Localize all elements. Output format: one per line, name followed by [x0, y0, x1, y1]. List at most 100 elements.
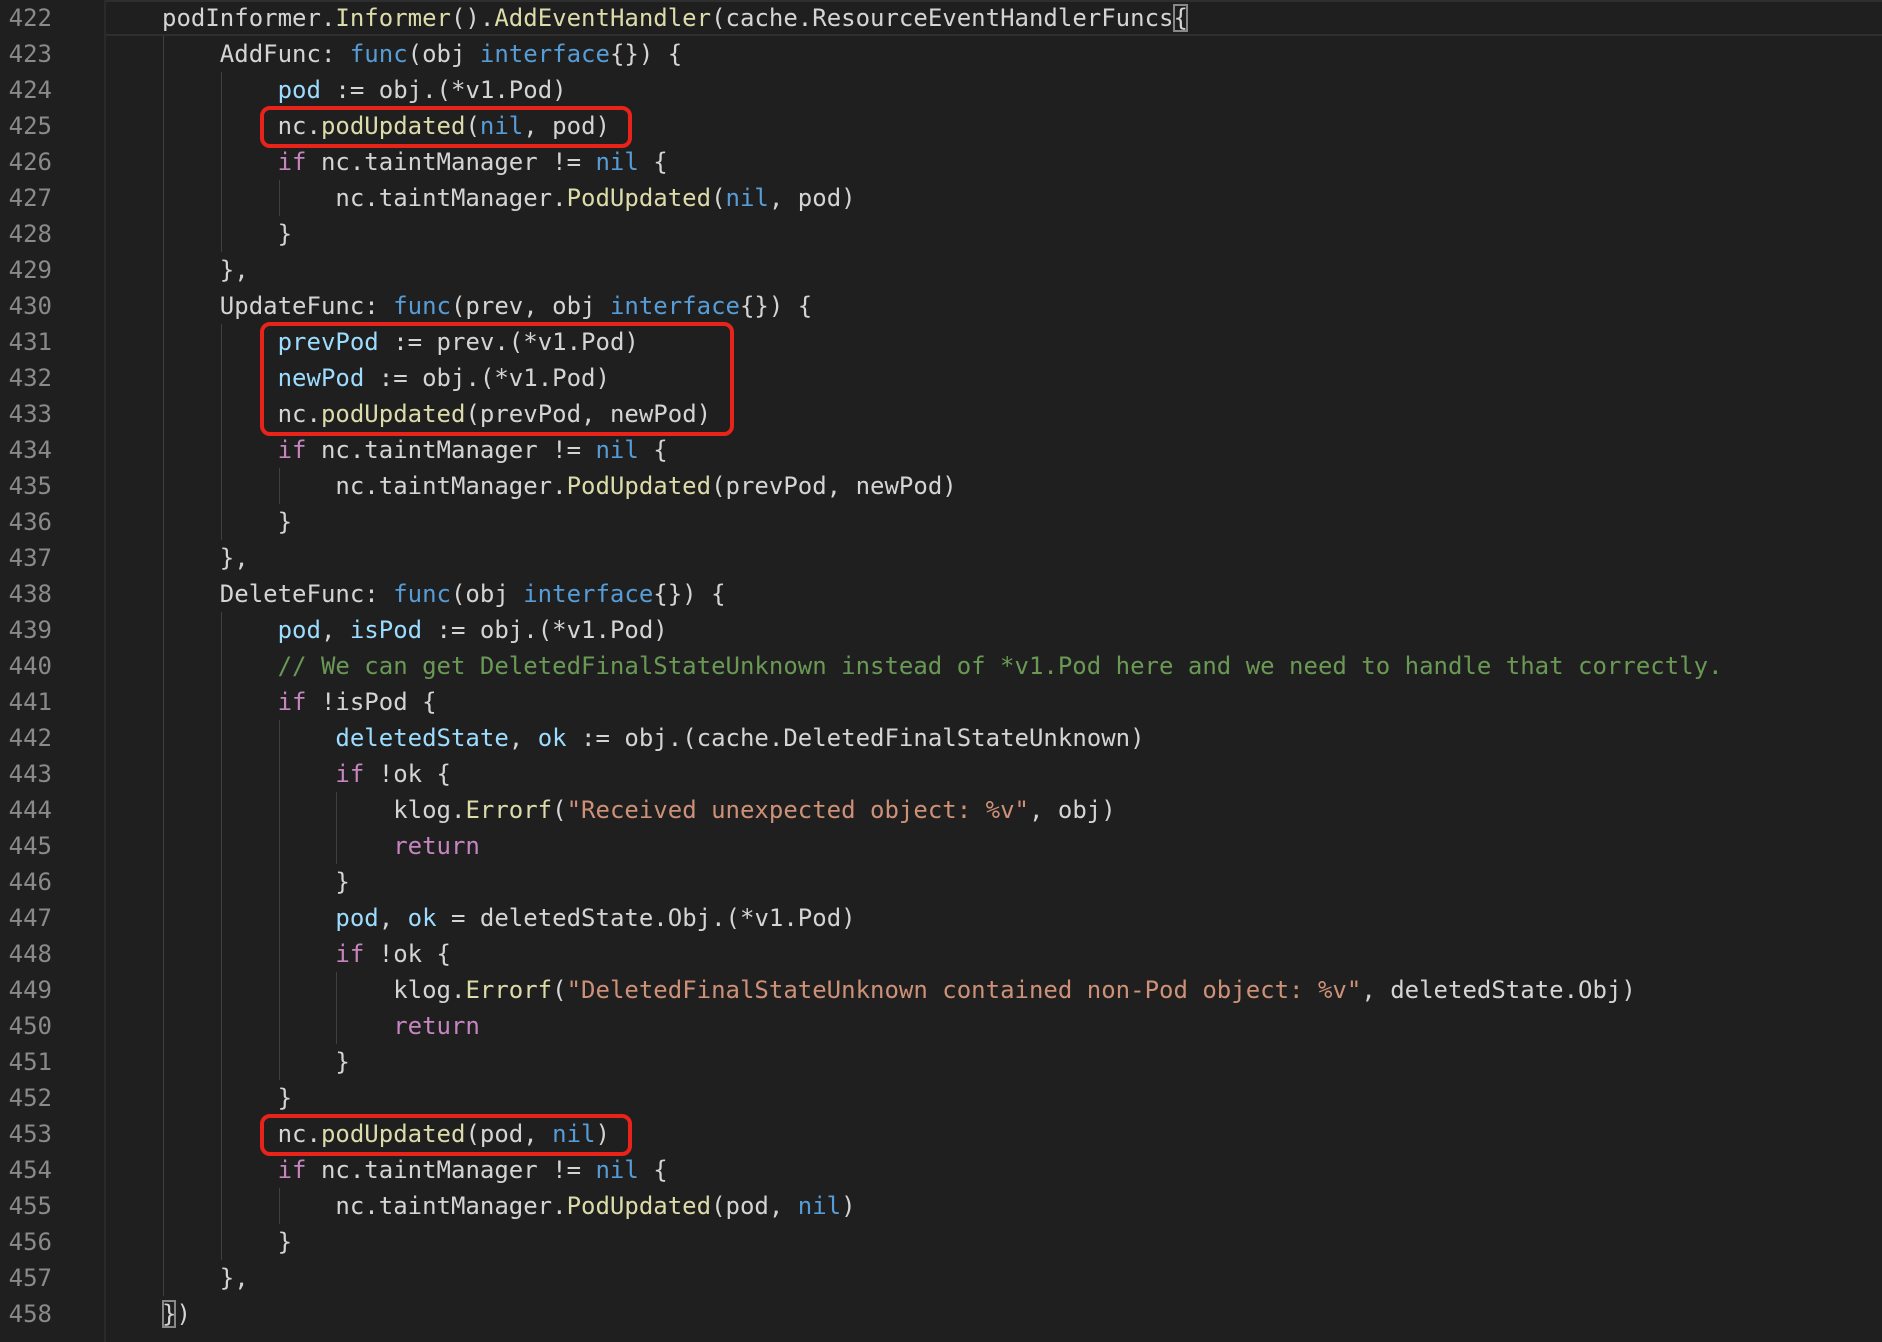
- code-token: PodUpdated: [566, 184, 712, 212]
- code-token: AddFunc:: [219, 40, 350, 68]
- code-line[interactable]: DeleteFunc: func(obj interface{}) {: [220, 576, 726, 612]
- code-token: pod: [277, 616, 321, 644]
- code-token: {}) {: [653, 580, 726, 608]
- code-token: },: [219, 544, 249, 572]
- code-token: (: [552, 796, 567, 824]
- code-line[interactable]: },: [220, 1260, 249, 1296]
- code-line[interactable]: if nc.taintManager != nil {: [278, 144, 668, 180]
- code-token: (: [711, 184, 726, 212]
- code-token: if: [335, 760, 365, 788]
- code-token: {}) {: [739, 292, 813, 320]
- code-token: if: [277, 1156, 307, 1184]
- indent-guide: [163, 36, 164, 1296]
- code-token: {: [638, 148, 668, 176]
- indent-guide: [221, 324, 222, 540]
- line-number: 446: [8, 868, 52, 896]
- code-token: (: [552, 976, 567, 1004]
- code-token: := obj.(*v1.Pod): [422, 616, 668, 644]
- code-line[interactable]: nc.taintManager.PodUpdated(pod, nil): [335, 1188, 855, 1224]
- code-token: pod: [277, 76, 321, 104]
- indent-guide: [336, 972, 337, 1044]
- code-token: nc.taintManager.: [335, 1192, 567, 1220]
- code-line[interactable]: UpdateFunc: func(prev, obj interface{}) …: [220, 288, 812, 324]
- code-line[interactable]: }: [278, 504, 292, 540]
- code-line[interactable]: klog.Errorf("Received unexpected object:…: [393, 792, 1115, 828]
- code-line[interactable]: podInformer.Informer().AddEventHandler(c…: [162, 0, 1188, 36]
- line-number: 456: [8, 1228, 52, 1256]
- line-number: 430: [8, 292, 52, 320]
- code-line[interactable]: if !isPod {: [278, 684, 437, 720]
- code-token: }: [162, 1300, 177, 1328]
- indent-guide: [221, 72, 222, 252]
- line-number: 438: [8, 580, 52, 608]
- line-number: 455: [8, 1192, 52, 1220]
- code-token: ): [176, 1300, 191, 1328]
- line-number: 458: [8, 1300, 52, 1328]
- line-number: 431: [8, 328, 52, 356]
- line-number: 440: [8, 652, 52, 680]
- code-token: klog.: [393, 796, 466, 824]
- code-editor[interactable]: 422 423 424 425 426 427 428 429 430 431 432 433 434 4…: [0, 0, 1882, 1342]
- code-token: pod: [335, 904, 379, 932]
- code-token: nil: [595, 436, 639, 464]
- code-line[interactable]: AddFunc: func(obj interface{}) {: [220, 36, 682, 72]
- line-number: 439: [8, 616, 52, 644]
- code-token: ,: [320, 616, 350, 644]
- code-token: nil: [797, 1192, 842, 1220]
- code-line[interactable]: // We can get DeletedFinalStateUnknown i…: [278, 648, 1723, 684]
- line-number: 453: [8, 1120, 52, 1148]
- code-line[interactable]: if nc.taintManager != nil {: [278, 432, 668, 468]
- code-line[interactable]: }: [278, 216, 292, 252]
- code-token: ,: [508, 724, 538, 752]
- line-number: 429: [8, 256, 52, 284]
- code-token: if: [335, 940, 365, 968]
- code-line[interactable]: }: [278, 1080, 292, 1116]
- code-line[interactable]: },: [220, 540, 249, 576]
- code-line[interactable]: }: [335, 1044, 349, 1080]
- code-token: nil: [595, 1156, 639, 1184]
- code-token: := obj.(*v1.Pod): [320, 76, 567, 104]
- code-line[interactable]: pod, ok = deletedState.Obj.(*v1.Pod): [335, 900, 855, 936]
- code-line[interactable]: return: [393, 828, 480, 864]
- code-token: (prevPod, newPod): [711, 472, 957, 500]
- code-token: , pod): [768, 184, 856, 212]
- line-number: 422: [8, 4, 52, 32]
- code-token: (obj: [407, 40, 480, 68]
- code-line[interactable]: }): [162, 1296, 191, 1332]
- line-number: 433: [8, 400, 52, 428]
- line-number: 442: [8, 724, 52, 752]
- code-token: AddEventHandler: [494, 4, 712, 32]
- code-token: interface: [479, 40, 610, 68]
- code-token: (prev, obj: [450, 292, 610, 320]
- code-line[interactable]: },: [220, 252, 249, 288]
- code-token: // We can get DeletedFinalStateUnknown i…: [277, 652, 1723, 680]
- code-line[interactable]: pod := obj.(*v1.Pod): [278, 72, 567, 108]
- code-token: nc.taintManager.: [335, 184, 567, 212]
- code-token: }: [277, 1084, 293, 1112]
- code-token: isPod: [349, 616, 423, 644]
- code-line[interactable]: if nc.taintManager != nil {: [278, 1152, 668, 1188]
- code-line[interactable]: nc.taintManager.PodUpdated(prevPod, newP…: [335, 468, 956, 504]
- line-number: 452: [8, 1084, 52, 1112]
- code-token: (obj: [450, 580, 524, 608]
- code-token: "DeletedFinalStateUnknown contained non-…: [566, 976, 1362, 1004]
- code-token: }: [277, 508, 293, 536]
- code-token: , obj): [1028, 796, 1116, 824]
- code-line[interactable]: if !ok {: [335, 756, 451, 792]
- code-token: {: [638, 436, 668, 464]
- code-line[interactable]: }: [335, 864, 349, 900]
- code-token: nc.taintManager !=: [306, 148, 596, 176]
- gutter-divider: [104, 0, 106, 1342]
- code-token: func: [393, 580, 451, 608]
- code-token: !ok {: [364, 760, 451, 788]
- code-line[interactable]: pod, isPod := obj.(*v1.Pod): [278, 612, 668, 648]
- code-line[interactable]: return: [393, 1008, 480, 1044]
- code-line[interactable]: klog.Errorf("DeletedFinalStateUnknown co…: [393, 972, 1636, 1008]
- code-line[interactable]: if !ok {: [335, 936, 451, 972]
- code-line[interactable]: nc.taintManager.PodUpdated(nil, pod): [335, 180, 855, 216]
- code-line[interactable]: deletedState, ok := obj.(cache.DeletedFi…: [335, 720, 1144, 756]
- code-line[interactable]: }: [278, 1224, 292, 1260]
- line-number: 423: [8, 40, 52, 68]
- code-token: if: [277, 436, 307, 464]
- code-token: Errorf: [465, 796, 553, 824]
